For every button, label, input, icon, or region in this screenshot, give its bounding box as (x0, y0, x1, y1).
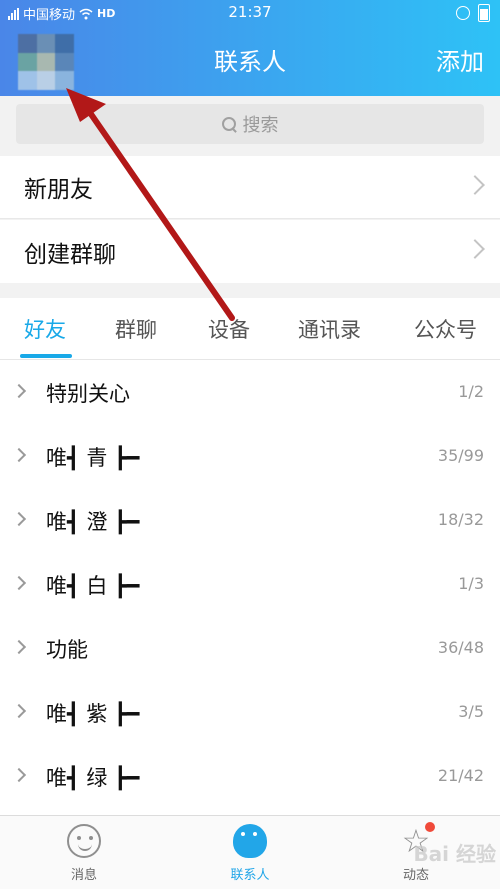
chevron-right-icon (11, 639, 27, 655)
group-name: 唯┫ 澄 ┣━ (46, 510, 140, 534)
watermark: Bai 经验 (413, 842, 496, 866)
chevron-right-icon (11, 383, 27, 399)
list-item[interactable]: 特别关心 1/2 (0, 360, 500, 424)
chevron-right-icon (465, 239, 485, 259)
tabbar-messages[interactable]: 消息 (24, 820, 144, 883)
tab-devices[interactable]: 设备 (208, 314, 250, 344)
list-item[interactable]: 唯┫ 青 ┣━ 35/99 (0, 424, 500, 488)
status-bar: 中国移动 HD 21:37 (0, 0, 500, 26)
page-title: 联系人 (214, 48, 286, 76)
tab-official-accounts[interactable]: 公众号 (414, 314, 477, 344)
chevron-right-icon (465, 175, 485, 195)
smiley-icon (67, 824, 101, 858)
group-count: 35/99 (437, 446, 484, 465)
rotation-lock-icon (456, 6, 470, 20)
active-tab-indicator (20, 354, 72, 358)
create-group-chat-label: 创建群聊 (24, 241, 116, 268)
group-name: 特别关心 (46, 382, 130, 406)
group-count: 18/32 (437, 510, 484, 529)
clock: 21:37 (228, 3, 272, 21)
group-count: 1/3 (458, 574, 484, 593)
group-name: 功能 (46, 638, 88, 662)
friend-group-list: 特别关心 1/2 唯┫ 青 ┣━ 35/99 唯┫ 澄 ┣━ 18/32 唯┫ … (0, 360, 500, 815)
chevron-right-icon (11, 767, 27, 783)
group-name: 唯┫ 绿 ┣━ (46, 766, 140, 790)
group-name: 唯┫ 紫 ┣━ (46, 702, 140, 726)
chevron-right-icon (11, 511, 27, 527)
notification-dot (425, 822, 435, 832)
battery-icon (478, 4, 490, 22)
tab-address-book[interactable]: 通讯录 (298, 314, 361, 344)
list-item[interactable]: 唯┫ 紫 ┣━ 3/5 (0, 680, 500, 744)
group-count: 21/42 (437, 766, 484, 785)
list-item[interactable]: 唯┫ 澄 ┣━ 18/32 (0, 488, 500, 552)
create-group-chat-row[interactable]: 创建群聊 (0, 220, 500, 283)
group-name: 唯┫ 青 ┣━ (46, 446, 140, 470)
contacts-icon (233, 824, 267, 858)
contact-tabs: 好友 群聊 设备 通讯录 公众号 (0, 298, 500, 360)
tabbar-messages-label: 消息 (70, 868, 97, 883)
list-item[interactable]: 功能 36/48 (0, 616, 500, 680)
group-name: 唯┫ 白 ┣━ (46, 574, 140, 598)
group-count: 36/48 (437, 638, 484, 657)
search-area: 搜索 (0, 96, 500, 156)
add-button[interactable]: 添加 (436, 42, 484, 77)
new-friends-label: 新朋友 (24, 177, 93, 203)
group-count: 3/5 (458, 702, 484, 721)
search-placeholder: 搜索 (242, 115, 279, 136)
list-item[interactable]: 唯┫ 白 ┣━ 1/3 (0, 552, 500, 616)
chevron-right-icon (11, 575, 27, 591)
tab-friends[interactable]: 好友 (24, 314, 66, 344)
list-item[interactable]: 唯┫ 绿 ┣━ 21/42 (0, 744, 500, 808)
chevron-right-icon (11, 447, 27, 463)
search-icon (221, 116, 237, 132)
tab-groups[interactable]: 群聊 (115, 314, 157, 344)
new-friends-row[interactable]: 新朋友 (0, 156, 500, 219)
group-count: 1/2 (458, 382, 484, 401)
chevron-right-icon (11, 703, 27, 719)
tabbar-contacts[interactable]: 联系人 (190, 820, 310, 883)
search-input[interactable]: 搜索 (16, 104, 484, 144)
tabbar-contacts-label: 联系人 (230, 868, 270, 883)
